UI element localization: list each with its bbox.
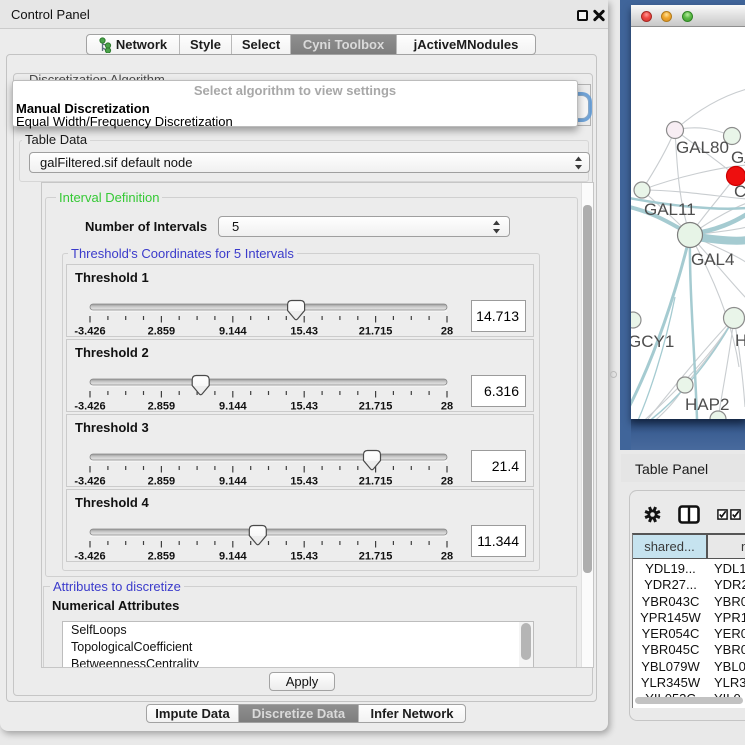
svg-text:21.715: 21.715 (359, 551, 393, 563)
svg-text:21.715: 21.715 (359, 401, 393, 413)
svg-text:GAL80: GAL80 (676, 138, 729, 157)
svg-text:9.144: 9.144 (219, 551, 247, 563)
svg-text:-3.426: -3.426 (74, 476, 105, 488)
svg-text:9.144: 9.144 (219, 401, 247, 413)
svg-text:GAL11: GAL11 (644, 200, 696, 219)
svg-text:15.43: 15.43 (290, 476, 318, 488)
svg-text:28: 28 (441, 326, 453, 338)
svg-text:28: 28 (441, 476, 453, 488)
svg-text:-3.426: -3.426 (74, 326, 105, 338)
svg-text:15.43: 15.43 (290, 551, 318, 563)
svg-text:21.715: 21.715 (359, 326, 393, 338)
svg-text:2.859: 2.859 (148, 326, 176, 338)
svg-text:-3.426: -3.426 (74, 401, 105, 413)
svg-text:15.43: 15.43 (290, 401, 318, 413)
svg-text:9.144: 9.144 (219, 326, 247, 338)
svg-text:9.144: 9.144 (219, 476, 247, 488)
svg-text:21.715: 21.715 (359, 476, 393, 488)
svg-text:2.859: 2.859 (148, 551, 176, 563)
svg-text:C: C (734, 182, 745, 201)
svg-text:2.859: 2.859 (148, 401, 176, 413)
svg-text:GCY1: GCY1 (631, 332, 674, 351)
svg-text:2.859: 2.859 (148, 476, 176, 488)
svg-text:-3.426: -3.426 (74, 551, 105, 563)
svg-text:15.43: 15.43 (290, 326, 318, 338)
svg-text:28: 28 (441, 401, 453, 413)
svg-text:HAP2: HAP2 (685, 395, 729, 414)
svg-text:HA: HA (735, 331, 745, 350)
svg-text:GAL4: GAL4 (691, 250, 734, 269)
svg-text:28: 28 (441, 551, 453, 563)
svg-text:GA: GA (731, 148, 745, 167)
